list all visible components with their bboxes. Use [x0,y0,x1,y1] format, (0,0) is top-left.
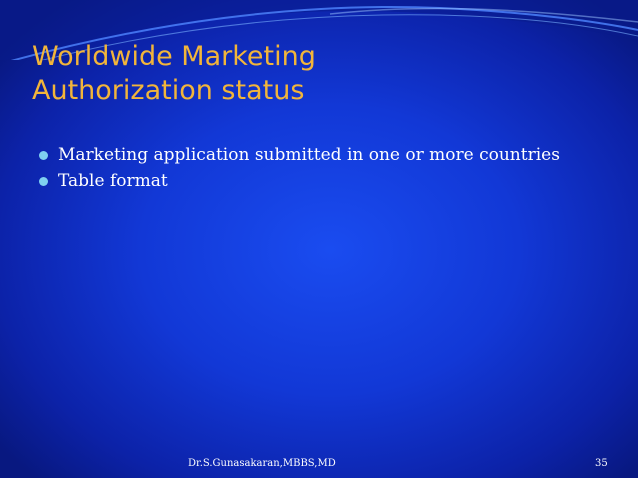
bullet-item: Table format [36,169,576,193]
bullet-item: Marketing application submitted in one o… [36,143,576,167]
bullet-dot-icon [39,177,48,186]
bullet-text: Table format [58,171,168,191]
slide: Worldwide Marketing Authorization status… [0,0,638,478]
bullet-list: Marketing application submitted in one o… [36,143,576,195]
slide-title-line-1: Worldwide Marketing [32,41,316,72]
bullet-text: Marketing application submitted in one o… [58,145,560,165]
footer-author: Dr.S.Gunasakaran,MBBS,MD [188,458,336,469]
bullet-dot-icon [39,151,48,160]
slide-title-line-2: Authorization status [32,75,305,106]
slide-title: Worldwide Marketing Authorization status [32,40,592,108]
page-number: 35 [595,458,608,469]
